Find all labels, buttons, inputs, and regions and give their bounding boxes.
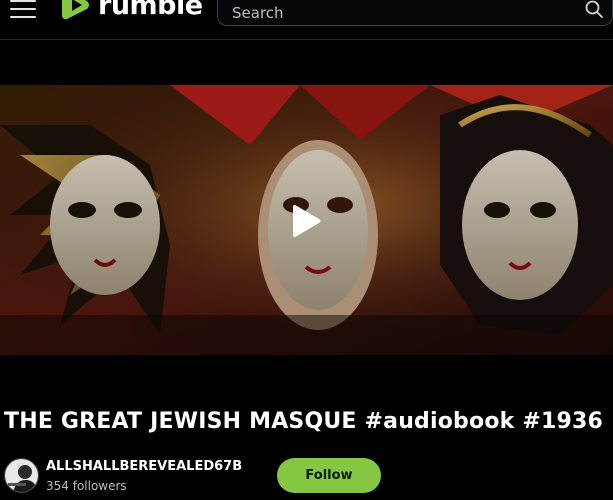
- search-icon[interactable]: [584, 0, 604, 19]
- rumble-logo[interactable]: rumble: [60, 0, 203, 22]
- top-bar: rumble: [0, 0, 613, 40]
- rumble-play-logo-icon: [62, 0, 89, 20]
- logo-text: rumble: [98, 0, 203, 21]
- channel-avatar[interactable]: [4, 458, 39, 493]
- search-box[interactable]: [217, 0, 613, 26]
- video-title: THE GREAT JEWISH MASQUE #audiobook #1936: [4, 409, 603, 434]
- search-input[interactable]: [232, 1, 572, 25]
- channel-avatar-image: [5, 459, 38, 492]
- hamburger-menu-icon[interactable]: [8, 0, 38, 18]
- video-player[interactable]: [0, 85, 613, 355]
- play-icon[interactable]: [287, 203, 323, 239]
- follow-button[interactable]: Follow: [277, 458, 381, 493]
- follower-count: 354 followers: [46, 479, 127, 493]
- channel-name[interactable]: ALLSHALLBEREVEALED67B: [46, 459, 242, 474]
